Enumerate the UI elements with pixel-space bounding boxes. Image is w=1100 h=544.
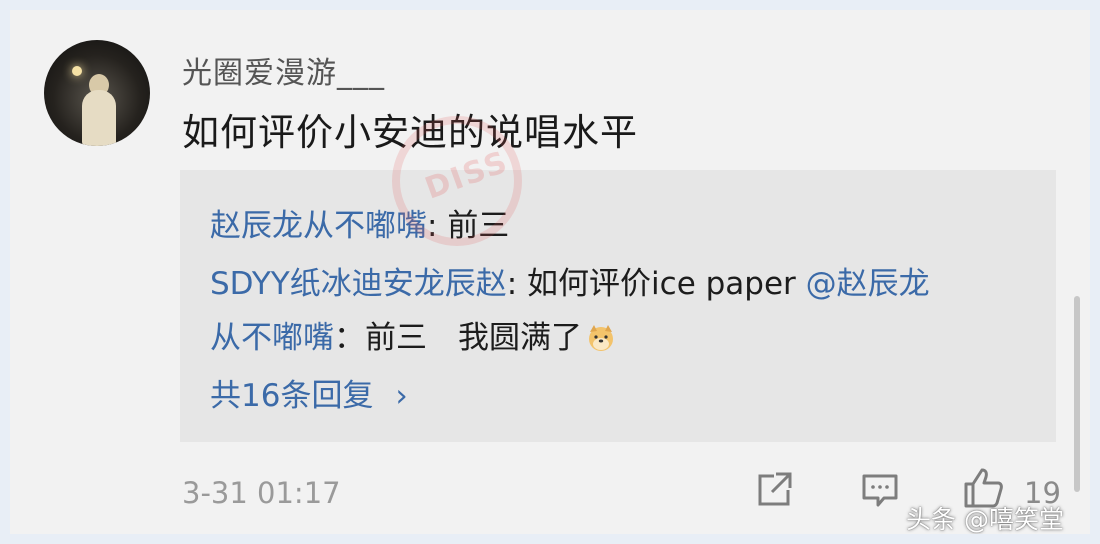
chevron-right-icon: › (395, 378, 408, 414)
share-icon[interactable] (754, 470, 794, 510)
avatar-lamp (72, 66, 82, 76)
comment-card: 光圈爱漫游___ 如何评价小安迪的说唱水平 赵辰龙从不嘟嘴: 前三 SDYY纸冰… (10, 10, 1090, 534)
mention-link[interactable]: @赵辰龙 (806, 266, 930, 302)
reply-separator: : (506, 266, 528, 302)
dog-emoji-icon (589, 325, 613, 351)
view-more-label: 共16条回复 (210, 378, 374, 414)
watermark-text: DISS (420, 144, 514, 207)
scrollbar[interactable] (1074, 296, 1080, 492)
mention-link-continued[interactable]: 从不嘟嘴 (210, 320, 334, 356)
username[interactable]: 光圈爱漫游___ (182, 48, 385, 92)
reply-user[interactable]: 赵辰龙从不嘟嘴 (210, 208, 427, 244)
view-more-replies-link[interactable]: 共16条回复 › (210, 370, 408, 415)
reply-text: ：前三 我圆满了 (334, 320, 582, 356)
reply-item: SDYY纸冰迪安龙辰赵: 如何评价ice paper @赵辰龙 (210, 258, 930, 303)
reply-text: 如何评价ice paper (527, 266, 806, 302)
avatar[interactable] (44, 40, 150, 146)
reply-item-continued: 从不嘟嘴：前三 我圆满了 (210, 312, 616, 357)
reply-section: 赵辰龙从不嘟嘴: 前三 SDYY纸冰迪安龙辰赵: 如何评价ice paper @… (180, 170, 1056, 442)
timestamp: 3-31 01:17 (182, 476, 341, 510)
avatar-body (82, 90, 116, 146)
source-credit-watermark: 头条 @嘻笑堂 (906, 505, 1064, 534)
comment-icon[interactable] (860, 470, 900, 510)
watermark-logo: DISS (392, 116, 522, 246)
reply-user[interactable]: SDYY纸冰迪安龙辰赵 (210, 266, 507, 302)
